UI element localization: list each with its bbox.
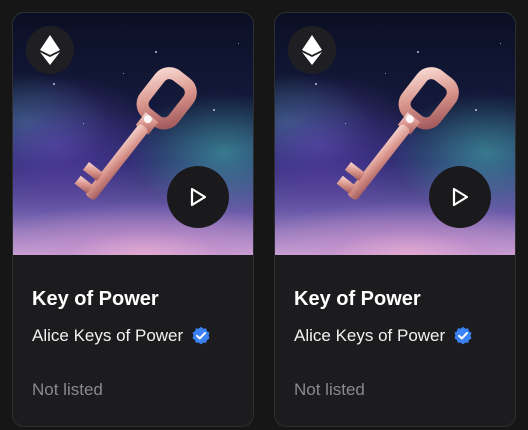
nft-card[interactable]: Key of Power Alice Keys of Power Not lis… [12,12,254,427]
play-button[interactable] [167,166,229,228]
creator-name[interactable]: Alice Keys of Power [32,325,183,347]
ethereum-icon [288,26,336,74]
nft-card-grid: Key of Power Alice Keys of Power Not lis… [0,0,528,430]
creator-name[interactable]: Alice Keys of Power [294,325,445,347]
play-button[interactable] [429,166,491,228]
creator-row[interactable]: Alice Keys of Power [32,325,234,347]
listing-status: Not listed [294,380,365,399]
creator-row[interactable]: Alice Keys of Power [294,325,496,347]
play-icon [190,187,207,207]
nft-title[interactable]: Key of Power [32,287,234,311]
nft-info: Key of Power Alice Keys of Power Not lis… [13,287,253,401]
ethereum-icon [26,26,74,74]
nft-card[interactable]: Key of Power Alice Keys of Power Not lis… [274,12,516,427]
nft-title[interactable]: Key of Power [294,287,496,311]
verified-badge-icon [453,326,473,346]
verified-badge-icon [191,326,211,346]
play-icon [452,187,469,207]
nft-media[interactable] [13,13,253,255]
nft-media[interactable] [275,13,515,255]
nft-info: Key of Power Alice Keys of Power Not lis… [275,287,515,401]
listing-status: Not listed [32,380,103,399]
